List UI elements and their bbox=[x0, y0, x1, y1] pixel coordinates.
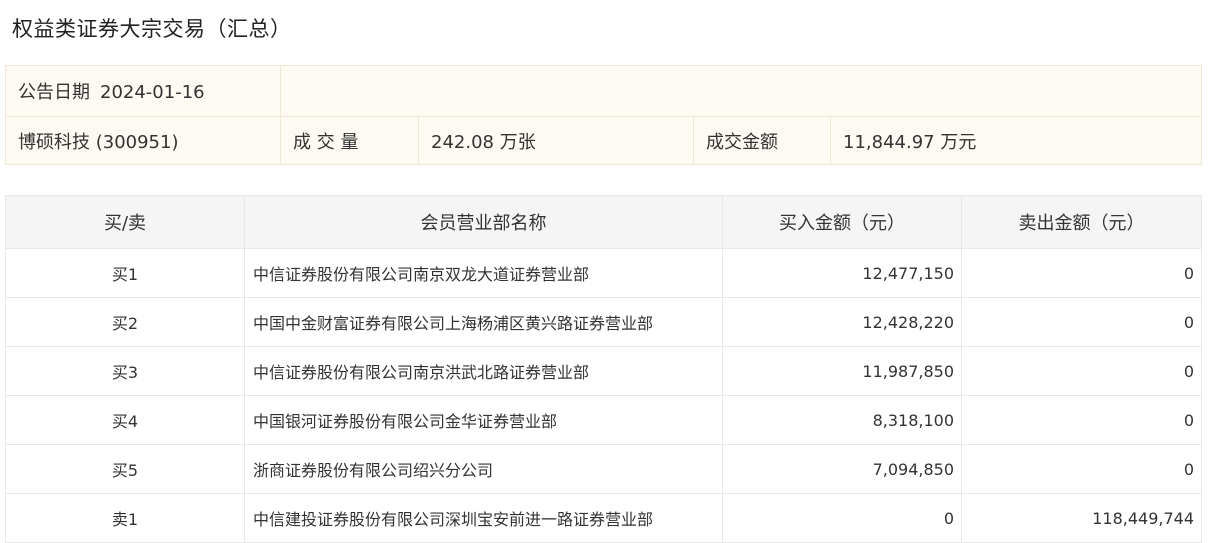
row-buy-amount: 12,428,220 bbox=[722, 297, 962, 347]
row-side: 买4 bbox=[5, 395, 245, 445]
header-branch: 会员营业部名称 bbox=[244, 195, 723, 249]
row-side: 买3 bbox=[5, 346, 245, 396]
row-branch: 中国中金财富证券有限公司上海杨浦区黄兴路证券营业部 bbox=[244, 297, 723, 347]
row-sell-amount: 118,449,744 bbox=[961, 493, 1202, 543]
row-branch: 中信建投证券股份有限公司深圳宝安前进一路证券营业部 bbox=[244, 493, 723, 543]
table-header-row: 买/卖 会员营业部名称 买入金额（元） 卖出金额（元） bbox=[5, 195, 1202, 249]
row-buy-amount: 0 bbox=[722, 493, 962, 543]
row-buy-amount: 7,094,850 bbox=[722, 444, 962, 494]
amount-label: 成交金额 bbox=[693, 116, 831, 165]
row-sell-amount: 0 bbox=[961, 248, 1202, 298]
stock-name-cell: 博硕科技 (300951) bbox=[5, 116, 281, 165]
summary-date-row: 公告日期 2024-01-16 bbox=[5, 65, 1202, 117]
row-buy-amount: 12,477,150 bbox=[722, 248, 962, 298]
table-row: 买2 中国中金财富证券有限公司上海杨浦区黄兴路证券营业部 12,428,220 … bbox=[5, 297, 1202, 347]
table-row: 买3 中信证券股份有限公司南京洪武北路证券营业部 11,987,850 0 bbox=[5, 346, 1202, 396]
table-row: 买5 浙商证券股份有限公司绍兴分公司 7,094,850 0 bbox=[5, 444, 1202, 494]
row-side: 买2 bbox=[5, 297, 245, 347]
announcement-date-cell: 公告日期 2024-01-16 bbox=[5, 65, 281, 117]
announcement-date-value: 2024-01-16 bbox=[100, 82, 205, 103]
row-sell-amount: 0 bbox=[961, 346, 1202, 396]
table-row: 买4 中国银河证券股份有限公司金华证券营业部 8,318,100 0 bbox=[5, 395, 1202, 445]
table-row: 卖1 中信建投证券股份有限公司深圳宝安前进一路证券营业部 0 118,449,7… bbox=[5, 493, 1202, 543]
row-branch: 中国银河证券股份有限公司金华证券营业部 bbox=[244, 395, 723, 445]
row-branch: 浙商证券股份有限公司绍兴分公司 bbox=[244, 444, 723, 494]
header-sell-amount: 卖出金额（元） bbox=[961, 195, 1202, 249]
row-sell-amount: 0 bbox=[961, 395, 1202, 445]
trades-table: 买/卖 会员营业部名称 买入金额（元） 卖出金额（元） 买1 中信证券股份有限公… bbox=[5, 195, 1202, 543]
row-side: 买1 bbox=[5, 248, 245, 298]
row-buy-amount: 8,318,100 bbox=[722, 395, 962, 445]
row-buy-amount: 11,987,850 bbox=[722, 346, 962, 396]
volume-value: 242.08 万张 bbox=[418, 116, 694, 165]
amount-value: 11,844.97 万元 bbox=[830, 116, 1202, 165]
announcement-date-label: 公告日期 bbox=[18, 82, 90, 103]
page-title: 权益类证券大宗交易（汇总） bbox=[12, 17, 292, 41]
row-sell-amount: 0 bbox=[961, 297, 1202, 347]
summary-trade-row: 博硕科技 (300951) 成 交 量 242.08 万张 成交金额 11,84… bbox=[5, 116, 1202, 165]
summary-empty-cell bbox=[280, 65, 1202, 117]
row-branch: 中信证券股份有限公司南京双龙大道证券营业部 bbox=[244, 248, 723, 298]
header-side: 买/卖 bbox=[5, 195, 245, 249]
row-branch: 中信证券股份有限公司南京洪武北路证券营业部 bbox=[244, 346, 723, 396]
row-side: 买5 bbox=[5, 444, 245, 494]
row-side: 卖1 bbox=[5, 493, 245, 543]
summary-table: 公告日期 2024-01-16 博硕科技 (300951) 成 交 量 242.0… bbox=[5, 65, 1202, 165]
header-buy-amount: 买入金额（元） bbox=[722, 195, 962, 249]
volume-label: 成 交 量 bbox=[280, 116, 419, 165]
table-row: 买1 中信证券股份有限公司南京双龙大道证券营业部 12,477,150 0 bbox=[5, 248, 1202, 298]
row-sell-amount: 0 bbox=[961, 444, 1202, 494]
